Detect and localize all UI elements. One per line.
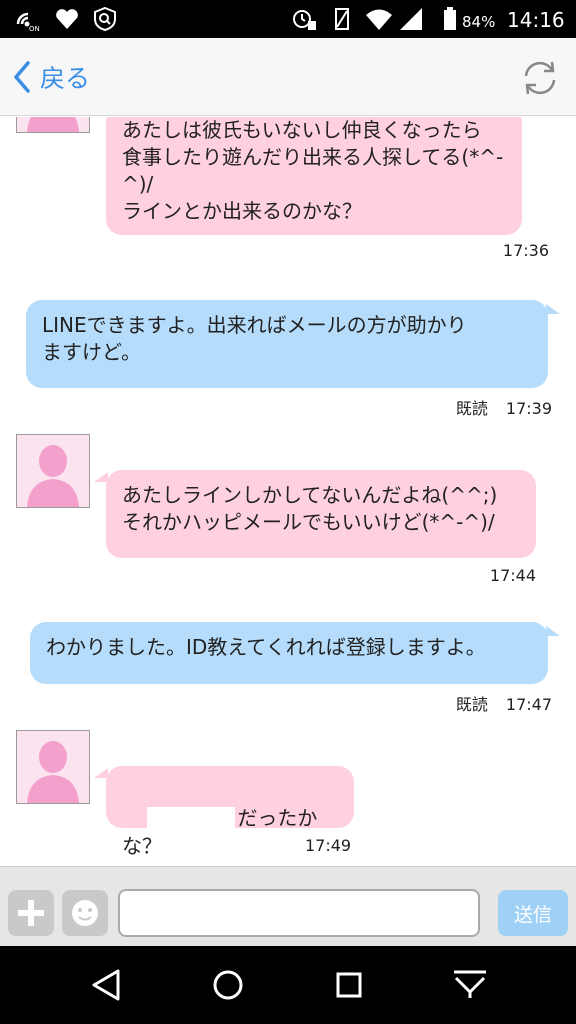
- avatar[interactable]: [16, 730, 90, 804]
- recents-square-icon[interactable]: [334, 968, 364, 1002]
- female-silhouette-icon: [27, 741, 79, 803]
- back-button[interactable]: 戻る: [12, 56, 90, 98]
- system-navigation-bar: [0, 946, 576, 1024]
- message-bubble-outgoing[interactable]: わかりました。ID教えてくれれば登録しますよ。: [30, 622, 548, 684]
- message-time: 17:49: [305, 836, 352, 855]
- plus-icon: [18, 900, 44, 926]
- status-bar: ON 84% 14:16: [0, 0, 576, 38]
- wifi-calling-on-icon: ON: [16, 12, 40, 32]
- message-bubble-incoming[interactable]: あたしラインしかしてないんだよね(^^;) それかハッピメールでもいいけど(*^…: [106, 470, 536, 558]
- shield-search-icon: [94, 6, 116, 32]
- female-silhouette-icon: [27, 445, 79, 507]
- heart-icon: [56, 9, 78, 29]
- message-time: 17:36: [502, 241, 549, 260]
- vibrate-icon: [335, 8, 349, 30]
- message-time: 17:39: [505, 399, 552, 418]
- message-bubble-incoming[interactable]: だったかな？: [106, 766, 354, 858]
- message-bubble-incoming[interactable]: あたしは彼氏もいないし仲良くなったら 食事したり遊んだり出来る人探してる(*^-…: [106, 117, 522, 235]
- bubble-tail: [546, 626, 560, 636]
- navigation-bar: 戻る: [0, 38, 576, 116]
- wifi-icon: [366, 9, 392, 30]
- home-circle-icon[interactable]: [211, 968, 245, 1002]
- clock: 14:16: [507, 8, 565, 32]
- message-meta: 既読 17:39: [456, 395, 552, 419]
- send-button[interactable]: 送信: [498, 890, 568, 936]
- avatar[interactable]: [16, 117, 90, 133]
- bubble-tail: [546, 304, 560, 314]
- svg-text:ON: ON: [29, 25, 40, 32]
- chat-history[interactable]: あたしは彼氏もいないし仲良くなったら 食事したり遊んだり出来る人探してる(*^-…: [0, 117, 576, 865]
- back-triangle-icon[interactable]: [90, 968, 122, 1002]
- female-silhouette-icon: [27, 117, 79, 132]
- add-attachment-button[interactable]: [8, 890, 54, 936]
- signal-icon: [400, 8, 422, 30]
- message-input-bar: 送信: [0, 866, 576, 946]
- back-label: 戻る: [40, 64, 91, 93]
- read-receipt: 既読: [455, 399, 488, 418]
- message-meta: 既読 17:47: [456, 691, 552, 715]
- avatar[interactable]: [16, 434, 90, 508]
- refresh-icon[interactable]: [518, 56, 562, 100]
- message-input[interactable]: [118, 889, 480, 937]
- battery-icon: [444, 7, 456, 30]
- chevron-left-icon: [14, 61, 30, 93]
- message-bubble-outgoing[interactable]: LINEできますよ。出来ればメールの方が助かり ますけど。: [26, 300, 548, 388]
- message-time: 17:47: [505, 695, 552, 714]
- redacted-text: [147, 806, 236, 833]
- battery-percent: 84%: [462, 13, 496, 31]
- alarm-icon: [293, 10, 316, 30]
- emoji-button[interactable]: [62, 890, 108, 936]
- message-time: 17:44: [489, 566, 536, 585]
- read-receipt: 既読: [455, 695, 488, 714]
- smiley-icon: [72, 900, 98, 926]
- hide-keyboard-icon[interactable]: [450, 968, 490, 1002]
